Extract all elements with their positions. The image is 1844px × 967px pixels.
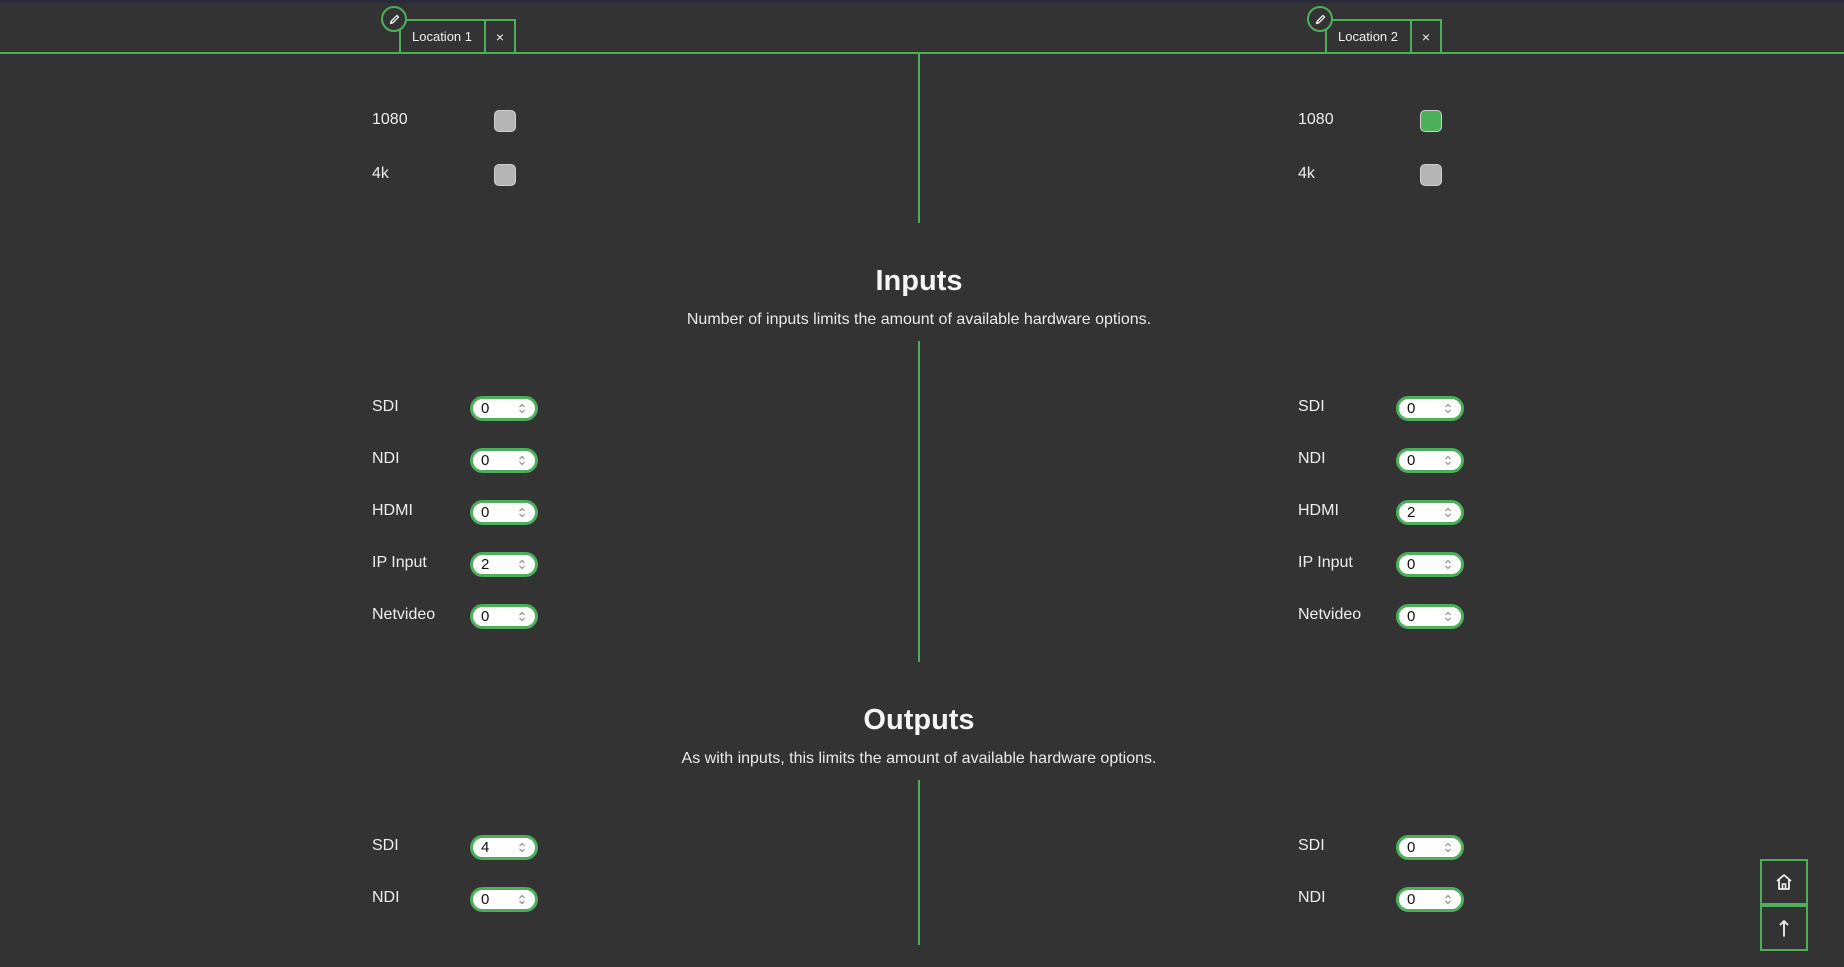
inputs-title: Inputs bbox=[875, 265, 963, 297]
home-button[interactable] bbox=[1760, 859, 1808, 905]
stepper-value[interactable]: 2 bbox=[1399, 503, 1441, 522]
inputs-label-ip-input: IP Input bbox=[372, 554, 427, 571]
resolution-label-1080: 1080 bbox=[1298, 111, 1334, 128]
location-1-4k-checkbox[interactable] bbox=[494, 164, 516, 186]
location-2-inputs-hdmi-stepper[interactable]: 2 bbox=[1396, 500, 1464, 525]
stepper-arrows-icon[interactable] bbox=[1441, 893, 1455, 906]
location-2-inputs-ip-input-stepper[interactable]: 0 bbox=[1396, 552, 1464, 577]
tab-location-1[interactable]: Location 1 × bbox=[381, 6, 516, 52]
page: Location 1 × Location 2 × 1080 4k 1080 4… bbox=[0, 0, 1844, 967]
stepper-arrows-icon[interactable] bbox=[515, 454, 529, 467]
stepper-arrows-icon[interactable] bbox=[515, 893, 529, 906]
stepper-arrows-icon[interactable] bbox=[1441, 402, 1455, 415]
inputs-label-sdi: SDI bbox=[372, 398, 399, 415]
inputs-label-netvideo: Netvideo bbox=[372, 606, 436, 623]
outputs-title: Outputs bbox=[863, 704, 975, 736]
stepper-arrows-icon[interactable] bbox=[1441, 558, 1455, 571]
inputs-label-ip-input: IP Input bbox=[1298, 554, 1353, 571]
tab-location-1-label[interactable]: Location 1 bbox=[399, 19, 484, 52]
column-divider bbox=[918, 54, 920, 223]
stepper-arrows-icon[interactable] bbox=[515, 506, 529, 519]
resolution-label-4k: 4k bbox=[372, 165, 389, 182]
edit-location-2-button[interactable] bbox=[1307, 6, 1333, 32]
stepper-arrows-icon[interactable] bbox=[1441, 610, 1455, 623]
resolution-label-1080: 1080 bbox=[372, 111, 408, 128]
outputs-subtitle: As with inputs, this limits the amount o… bbox=[681, 750, 1157, 767]
tab-location-2-label[interactable]: Location 2 bbox=[1325, 19, 1410, 52]
tab-location-2[interactable]: Location 2 × bbox=[1307, 6, 1442, 52]
pencil-icon bbox=[389, 14, 399, 24]
home-icon bbox=[1776, 874, 1792, 890]
top-border bbox=[0, 0, 1844, 3]
stepper-value[interactable]: 0 bbox=[473, 607, 515, 626]
outputs-label-sdi: SDI bbox=[372, 837, 399, 854]
close-location-1-button[interactable]: × bbox=[484, 19, 516, 52]
location-2-inputs-netvideo-stepper[interactable]: 0 bbox=[1396, 604, 1464, 629]
scroll-top-button[interactable] bbox=[1760, 905, 1808, 951]
close-location-2-button[interactable]: × bbox=[1410, 19, 1442, 52]
location-2-outputs-sdi-stepper[interactable]: 0 bbox=[1396, 835, 1464, 860]
stepper-value[interactable]: 0 bbox=[473, 399, 515, 418]
tabbar-divider bbox=[0, 52, 1844, 54]
stepper-arrows-icon[interactable] bbox=[1441, 841, 1455, 854]
location-1-inputs-hdmi-stepper[interactable]: 0 bbox=[470, 500, 538, 525]
location-1-inputs-sdi-stepper[interactable]: 0 bbox=[470, 396, 538, 421]
column-divider bbox=[918, 341, 920, 662]
stepper-value[interactable]: 0 bbox=[1399, 451, 1441, 470]
location-1-1080-checkbox[interactable] bbox=[494, 110, 516, 132]
location-1-inputs-ip-input-stepper[interactable]: 2 bbox=[470, 552, 538, 577]
stepper-arrows-icon[interactable] bbox=[515, 558, 529, 571]
stepper-value[interactable]: 0 bbox=[473, 503, 515, 522]
stepper-arrows-icon[interactable] bbox=[1441, 454, 1455, 467]
inputs-subtitle: Number of inputs limits the amount of av… bbox=[686, 311, 1152, 328]
stepper-value[interactable]: 0 bbox=[1399, 555, 1441, 574]
resolution-label-4k: 4k bbox=[1298, 165, 1315, 182]
location-2-outputs-ndi-stepper[interactable]: 0 bbox=[1396, 887, 1464, 912]
inputs-label-ndi: NDI bbox=[1298, 450, 1326, 467]
inputs-label-sdi: SDI bbox=[1298, 398, 1325, 415]
column-divider bbox=[918, 780, 920, 945]
location-2-1080-checkbox[interactable] bbox=[1420, 110, 1442, 132]
stepper-value[interactable]: 0 bbox=[1399, 890, 1441, 909]
location-1-inputs-ndi-stepper[interactable]: 0 bbox=[470, 448, 538, 473]
stepper-arrows-icon[interactable] bbox=[1441, 506, 1455, 519]
stepper-value[interactable]: 0 bbox=[473, 890, 515, 909]
stepper-arrows-icon[interactable] bbox=[515, 841, 529, 854]
location-1-outputs-sdi-stepper[interactable]: 4 bbox=[470, 835, 538, 860]
outputs-label-ndi: NDI bbox=[372, 889, 400, 906]
stepper-arrows-icon[interactable] bbox=[515, 402, 529, 415]
stepper-value[interactable]: 0 bbox=[1399, 838, 1441, 857]
outputs-label-ndi: NDI bbox=[1298, 889, 1326, 906]
inputs-label-ndi: NDI bbox=[372, 450, 400, 467]
location-1-inputs-netvideo-stepper[interactable]: 0 bbox=[470, 604, 538, 629]
inputs-label-hdmi: HDMI bbox=[1298, 502, 1339, 519]
stepper-value[interactable]: 4 bbox=[473, 838, 515, 857]
inputs-label-netvideo: Netvideo bbox=[1298, 606, 1362, 623]
location-2-inputs-sdi-stepper[interactable]: 0 bbox=[1396, 396, 1464, 421]
outputs-label-sdi: SDI bbox=[1298, 837, 1325, 854]
pencil-icon bbox=[1315, 14, 1325, 24]
stepper-value[interactable]: 0 bbox=[1399, 607, 1441, 626]
location-2-inputs-ndi-stepper[interactable]: 0 bbox=[1396, 448, 1464, 473]
arrow-up-icon bbox=[1779, 920, 1789, 937]
edit-location-1-button[interactable] bbox=[381, 6, 407, 32]
stepper-value[interactable]: 2 bbox=[473, 555, 515, 574]
location-1-outputs-ndi-stepper[interactable]: 0 bbox=[470, 887, 538, 912]
stepper-arrows-icon[interactable] bbox=[515, 610, 529, 623]
stepper-value[interactable]: 0 bbox=[473, 451, 515, 470]
stepper-value[interactable]: 0 bbox=[1399, 399, 1441, 418]
inputs-label-hdmi: HDMI bbox=[372, 502, 413, 519]
location-2-4k-checkbox[interactable] bbox=[1420, 164, 1442, 186]
